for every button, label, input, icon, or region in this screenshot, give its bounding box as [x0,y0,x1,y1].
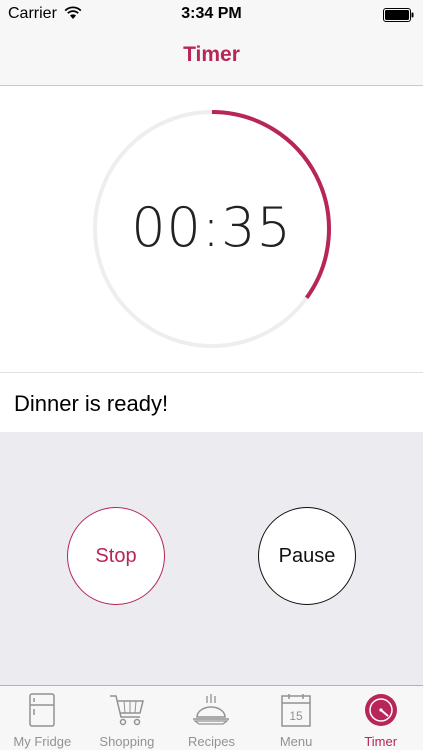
battery-icon [383,8,414,22]
timer-message: Dinner is ready! [14,391,169,416]
tab-timer[interactable]: Timer [338,686,423,750]
timer-area: 00:35 [0,86,423,372]
tab-my-fridge[interactable]: My Fridge [0,686,85,750]
tab-label: Shopping [99,734,155,749]
pause-button[interactable]: Pause [258,507,356,605]
status-time: 3:34 PM [181,5,242,22]
tab-menu[interactable]: 15 Menu [254,686,339,750]
calendar-day: 15 [289,709,303,723]
calendar-icon: 15 [281,694,311,727]
timer-controls: Stop Pause [0,432,423,685]
timer-icon [364,694,397,726]
tab-recipes[interactable]: Recipes [169,686,254,750]
dish-icon [193,694,230,725]
tab-label: Timer [364,734,398,749]
tab-shopping[interactable]: Shopping [85,686,170,750]
cart-icon [109,695,144,726]
tab-label: Recipes [188,734,235,749]
timer-display: 00:35 [131,196,292,259]
nav-bar: Timer [0,30,423,86]
status-bar: Carrier 3:34 PM [0,0,423,30]
stop-button[interactable]: Stop [67,507,165,605]
page-title: Timer [183,43,240,66]
tab-bar: My Fridge Shopping Recipes 15 Menu Timer [0,685,423,750]
tab-label: Menu [279,734,313,749]
timer-message-row[interactable]: Dinner is ready! [0,372,423,432]
tab-label: My Fridge [13,734,72,749]
fridge-icon [29,693,56,727]
